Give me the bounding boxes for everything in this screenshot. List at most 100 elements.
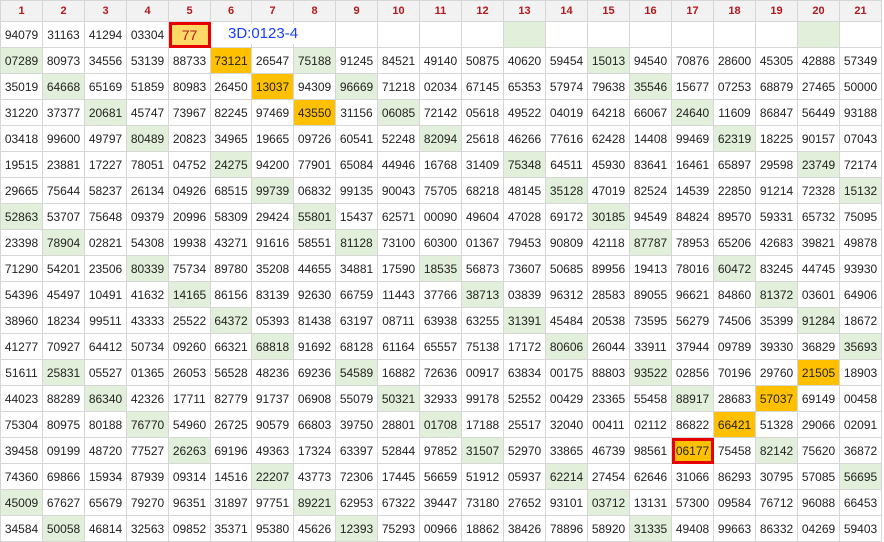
table-cell: 54960	[168, 411, 211, 438]
table-cell: 36872	[839, 437, 882, 464]
table-cell: 65732	[797, 203, 840, 230]
table-cell: 30795	[755, 463, 798, 490]
table-cell: 82245	[210, 99, 252, 126]
table-cell: 65353	[503, 73, 546, 100]
table-cell: 31220	[0, 99, 43, 126]
table-cell: 06832	[293, 177, 336, 204]
table-cell: 39330	[755, 333, 798, 360]
table-cell: 35019	[0, 73, 43, 100]
table-cell: 15437	[335, 203, 378, 230]
table-cell: 75705	[419, 177, 462, 204]
table-cell: 26725	[210, 411, 252, 438]
table-cell: 80606	[545, 333, 588, 360]
table-cell: 88289	[42, 385, 85, 412]
table-cell: 72174	[839, 151, 882, 178]
table-cell: 93522	[629, 359, 672, 386]
table-cell	[461, 21, 504, 48]
table-cell: 63397	[335, 437, 378, 464]
table-cell: 45930	[587, 151, 630, 178]
table-cell: 75620	[797, 437, 840, 464]
column-header-12: 12	[461, 0, 504, 22]
table-cell: 64906	[839, 281, 882, 308]
table-cell: 49878	[839, 229, 882, 256]
table-cell: 82779	[210, 385, 252, 412]
table-cell: 43773	[293, 463, 336, 490]
table-cell: 42888	[797, 47, 840, 74]
table-cell: 67322	[377, 489, 420, 516]
table-cell: 03418	[0, 125, 43, 152]
table-cell: 91214	[755, 177, 798, 204]
table-cell: 94549	[629, 203, 672, 230]
table-cell: 91737	[251, 385, 294, 412]
table-cell: 79453	[503, 229, 546, 256]
table-cell: 17590	[377, 255, 420, 282]
table-cell: 26053	[168, 359, 211, 386]
table-cell: 17711	[168, 385, 211, 412]
table-cell: 56449	[797, 99, 840, 126]
table-cell: 34881	[335, 255, 378, 282]
table-cell: 03712	[587, 489, 630, 516]
table-cell: 07253	[713, 73, 756, 100]
table-cell: 43333	[126, 307, 169, 334]
table-cell: 32563	[126, 515, 169, 542]
column-header-10: 10	[377, 0, 420, 22]
table-cell	[587, 21, 630, 48]
table-cell: 23749	[797, 151, 840, 178]
column-header-3: 3	[84, 0, 127, 22]
table-cell: 17324	[293, 437, 336, 464]
table-cell: 42683	[755, 229, 798, 256]
table-cell: 19938	[168, 229, 211, 256]
table-cell: 68515	[210, 177, 252, 204]
table-cell: 23365	[587, 385, 630, 412]
table-cell: 29424	[251, 203, 294, 230]
table-cell: 99178	[461, 385, 504, 412]
table-row: 52863 53707 75648 09379 20996 58309 29424 55801…	[0, 203, 882, 230]
table-cell: 80983	[168, 73, 211, 100]
table-cell: 69866	[42, 463, 85, 490]
column-header-1: 1	[0, 0, 43, 22]
table-cell: 54308	[126, 229, 169, 256]
table-cell: 97852	[419, 437, 462, 464]
table-cell: 19413	[629, 255, 672, 282]
table-cell: 11609	[713, 99, 756, 126]
table-cell: 94079	[0, 21, 43, 48]
table-cell: 50000	[839, 73, 882, 100]
table-row-first: 94079 31163 41294 03304 77	[0, 21, 882, 48]
table-cell: 65206	[713, 229, 756, 256]
table-cell: 42118	[587, 229, 630, 256]
table-cell: 20823	[168, 125, 211, 152]
table-cell: 29598	[755, 151, 798, 178]
table-cell: 96312	[545, 281, 588, 308]
table-cell: 66803	[293, 411, 336, 438]
table-cell: 91692	[293, 333, 336, 360]
table-cell: 72142	[419, 99, 462, 126]
table-cell: 80975	[42, 411, 85, 438]
table-cell: 55458	[629, 385, 672, 412]
table-row: 38960 18234 99511 43333 25522 64372 05393 81438…	[0, 307, 882, 334]
table-cell: 79270	[126, 489, 169, 516]
table-cell: 40620	[503, 47, 546, 74]
annotation-3d-note: 3D:0123-4	[226, 24, 301, 44]
table-cell: 84824	[671, 203, 714, 230]
table-cell: 07043	[839, 125, 882, 152]
table-cell: 68879	[755, 73, 798, 100]
table-cell: 93930	[839, 255, 882, 282]
table-cell: 35371	[210, 515, 252, 542]
table-cell: 34584	[0, 515, 43, 542]
table-cell: 04269	[797, 515, 840, 542]
table-row: 29665 75644 58237 26134 04926 68515 99739 06832…	[0, 177, 882, 204]
table-cell: 99469	[671, 125, 714, 152]
table-cell: 94540	[629, 47, 672, 74]
table-cell: 87787	[629, 229, 672, 256]
table-cell: 26134	[126, 177, 169, 204]
table-cell: 81128	[335, 229, 378, 256]
table-cell: 66453	[839, 489, 882, 516]
column-header-row: 1 2 3 4 5 6 7 8 9 10 11 12 13 14 15 16 17 18 19 20 21	[0, 0, 882, 22]
table-cell: 66067	[629, 99, 672, 126]
table-cell: 34965	[210, 125, 252, 152]
table-cell: 86332	[755, 515, 798, 542]
table-cell: 36829	[797, 333, 840, 360]
table-cell: 16882	[377, 359, 420, 386]
table-cell: 59454	[545, 47, 588, 74]
table-cell: 94309	[293, 73, 336, 100]
